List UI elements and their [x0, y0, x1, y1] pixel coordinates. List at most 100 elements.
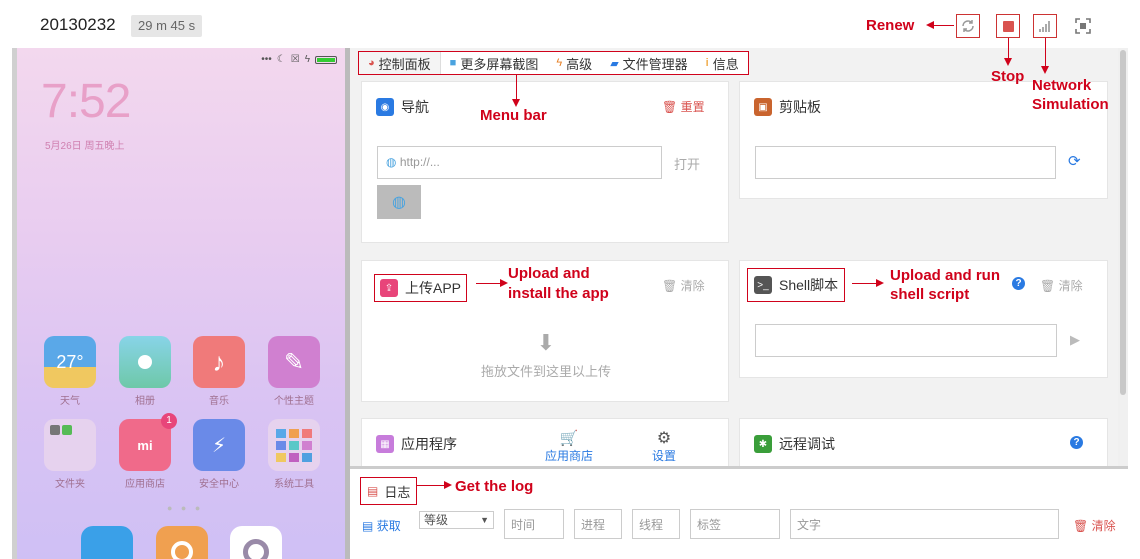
trash-icon: 🗑	[1040, 279, 1056, 293]
tab-info[interactable]: i 信息	[697, 52, 748, 74]
annotation-network-2: Simulation	[1032, 96, 1109, 113]
clear-log-button[interactable]: 🗑 清除	[1073, 517, 1116, 534]
annotation-network-1: Network	[1032, 77, 1092, 94]
annotation-arrow	[1008, 38, 1009, 58]
tab-screenshots[interactable]: ■ 更多屏幕截图	[441, 52, 548, 74]
sim-icon: ☒	[290, 54, 300, 65]
terminal-icon: >_	[754, 276, 772, 294]
camera-icon: ■	[449, 57, 457, 69]
url-input[interactable]: ◍ http://...	[377, 146, 662, 179]
drop-zone[interactable]: ⬇ 拖放文件到这里以上传	[362, 331, 730, 380]
tab-file-manager[interactable]: ▰ 文件管理器	[601, 52, 696, 74]
annotation-shell-2: shell script	[890, 286, 970, 303]
help-icon[interactable]: ?	[1012, 277, 1025, 290]
settings-label: 设置	[652, 449, 677, 463]
thread-filter-input[interactable]: 线程	[632, 509, 680, 539]
app-store[interactable]: mi 1 应用商店	[115, 413, 177, 490]
folder-icon: ▰	[610, 57, 619, 70]
charging-icon: ϟ	[304, 54, 310, 65]
chevron-down-icon: ▼	[480, 515, 489, 525]
scrollbar-thumb[interactable]	[1120, 50, 1126, 395]
app-weather[interactable]: 27° 天气	[40, 336, 100, 407]
clear-label: 清除	[680, 279, 705, 293]
fetch-log-button[interactable]: ▤ 获取	[362, 517, 401, 534]
globe-icon: ◍	[392, 194, 406, 211]
fullscreen-button[interactable]	[1071, 14, 1095, 38]
session-timer: 29 m 45 s	[131, 15, 203, 37]
tab-label: 高级	[566, 56, 593, 72]
text-filter-input[interactable]: 文字	[790, 509, 1059, 539]
annotation-arrow	[476, 283, 500, 284]
annotation-arrowhead	[1041, 66, 1049, 74]
signal-dots-icon: •••	[261, 54, 272, 65]
open-button[interactable]: 打开	[674, 154, 700, 173]
tab-label: 更多屏幕截图	[460, 56, 539, 72]
log-icon: ▤	[367, 484, 379, 498]
clear-shell-button[interactable]: 🗑 清除	[1040, 277, 1083, 294]
shell-input[interactable]	[755, 324, 1057, 357]
clear-upload-button[interactable]: 🗑 清除	[662, 277, 705, 294]
annotation-menu-bar: Menu bar	[480, 107, 547, 124]
app-tools[interactable]: 系统工具	[264, 419, 324, 490]
network-simulation-button[interactable]	[1033, 14, 1057, 38]
process-filter-input[interactable]: 进程	[574, 509, 622, 539]
annotation-arrow	[933, 25, 954, 26]
lock-date: 5月26日 周五晚上	[45, 141, 125, 152]
annotation-stop: Stop	[991, 68, 1025, 85]
sync-clipboard-button[interactable]: ⟳	[1068, 152, 1081, 170]
app-root: 20130232 29 m 45 s ••• ☾ ☒ ϟ 7:52 5月26日 …	[0, 0, 1140, 559]
reset-label: 重置	[680, 100, 705, 114]
tab-advanced[interactable]: ϟ 高级	[547, 52, 601, 74]
clipboard-input[interactable]	[755, 146, 1056, 179]
app-label: 个性主题	[274, 396, 314, 407]
dock-lens-icon[interactable]	[230, 526, 282, 559]
annotation-upload-1: Upload and	[508, 265, 590, 282]
refresh-icon	[962, 20, 974, 32]
renew-button[interactable]	[956, 14, 980, 38]
trash-icon: 🗑	[662, 100, 678, 114]
panel-title: 上传APP	[405, 280, 462, 296]
app-music[interactable]: ♪ 音乐	[189, 336, 249, 407]
info-icon: i	[705, 57, 709, 69]
app-themes[interactable]: ✎ 个性主题	[264, 336, 324, 407]
panel-scrollbar[interactable]	[1118, 48, 1128, 466]
app-security[interactable]: ⚡ 安全中心	[189, 419, 249, 490]
tab-control-panel[interactable]: ◕ 控制面板	[359, 52, 441, 74]
tab-label: 信息	[712, 56, 739, 72]
annotation-renew: Renew	[866, 17, 915, 34]
settings-link[interactable]: ⚙ 设置	[652, 431, 676, 464]
run-shell-button[interactable]: ▶	[1070, 332, 1080, 348]
page-indicator: ● ● ●	[167, 503, 204, 513]
annotation-shell-1: Upload and run	[890, 267, 1000, 284]
panel-title: 剪贴板	[779, 99, 821, 115]
app-store-link[interactable]: 🛒 应用商店	[545, 431, 593, 464]
thread-placeholder: 线程	[639, 518, 664, 532]
download-icon: ⬇	[536, 330, 556, 355]
notification-badge: 1	[161, 413, 177, 429]
app-gallery[interactable]: 相册	[115, 336, 175, 407]
reset-button[interactable]: 🗑 重置	[662, 98, 705, 115]
tag-filter-input[interactable]: 标签	[690, 509, 780, 539]
cart-icon: 🛒	[559, 430, 579, 447]
level-select[interactable]: 等级 ▼	[419, 511, 494, 529]
log-header: ▤ 日志	[360, 477, 418, 505]
open-browser-button[interactable]: ◍	[377, 185, 421, 219]
app-label: 系统工具	[274, 479, 314, 490]
mi-glyph: mi	[137, 437, 153, 453]
app-folder[interactable]: 文件夹	[40, 419, 100, 490]
drop-hint: 拖放文件到这里以上传	[480, 364, 611, 379]
device-screen[interactable]: ••• ☾ ☒ ϟ 7:52 5月26日 周五晚上 27° 天气 相册 ♪ 音乐	[17, 48, 345, 559]
upload-icon: ⇪	[380, 279, 398, 297]
annotation-arrow	[516, 75, 517, 99]
themes-icon: ✎	[268, 336, 320, 388]
help-icon[interactable]: ?	[1070, 436, 1083, 449]
time-filter-input[interactable]: 时间	[504, 509, 564, 539]
globe-icon: ◍	[386, 155, 397, 169]
dock-camera-icon[interactable]	[156, 526, 208, 559]
panel-header: ◉ 导航	[376, 97, 429, 117]
bug-icon: ✱	[754, 435, 772, 453]
annotation-upload-2: install the app	[508, 285, 609, 302]
moon-icon: ☾	[276, 54, 286, 65]
stop-button[interactable]	[996, 14, 1020, 38]
dock-browser-icon[interactable]	[81, 526, 133, 559]
